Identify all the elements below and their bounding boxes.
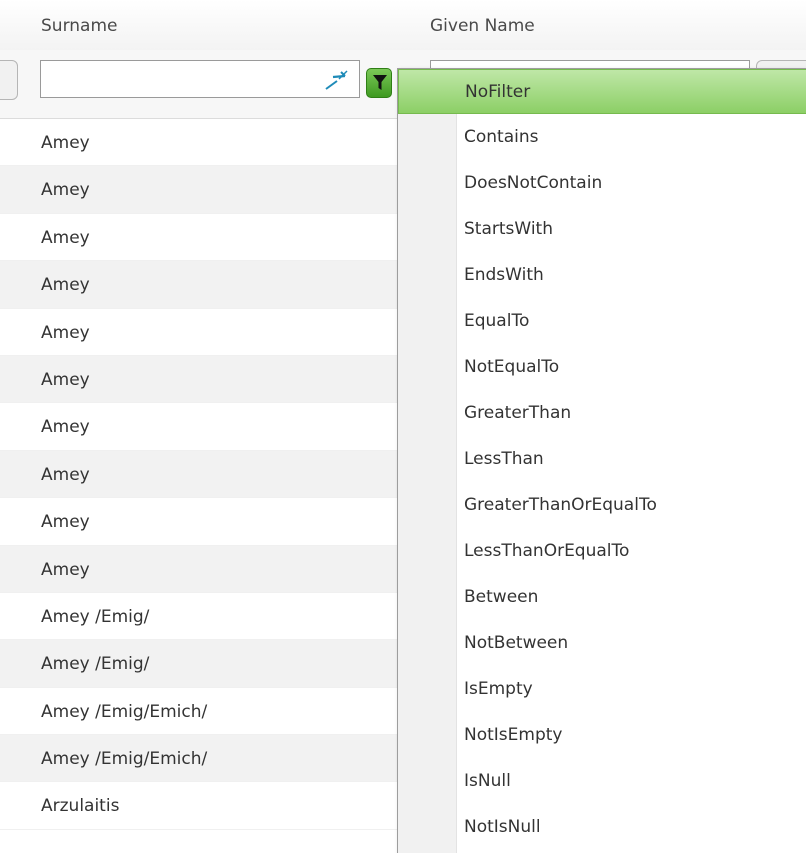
surname-cell: Amey [41,464,90,485]
previous-filter-cell [0,60,18,100]
menu-item-label: LessThanOrEqualTo [464,541,630,561]
menu-item-isnull[interactable]: IsNull [398,759,806,804]
surname-cell: Amey [41,512,90,533]
funnel-icon [373,75,387,90]
menu-item-greaterthanorequalto[interactable]: GreaterThanOrEqualTo [398,483,806,528]
menu-item-contains[interactable]: Contains [398,115,806,160]
surname-cell: Amey [41,369,90,390]
menu-item-label: StartsWith [464,219,553,239]
menu-item-label: EndsWith [464,265,544,285]
menu-item-notbetween[interactable]: NotBetween [398,621,806,666]
menu-item-notisnull[interactable]: NotIsNull [398,805,806,850]
menu-item-label: GreaterThan [464,403,572,423]
menu-item-notequalto[interactable]: NotEqualTo [398,345,806,390]
grid-view: Surname Given Name Amey Amey Amey Amey A… [0,0,806,853]
menu-item-between[interactable]: Between [398,575,806,620]
menu-item-doesnotcontain[interactable]: DoesNotContain [398,161,806,206]
menu-item-label: NotEqualTo [464,357,560,377]
menu-item-label: GreaterThanOrEqualTo [464,495,657,515]
menu-item-equalto[interactable]: EqualTo [398,299,806,344]
menu-item-label: NotIsNull [464,817,541,837]
menu-item-label: LessThan [464,449,544,469]
menu-item-label: IsEmpty [464,679,533,699]
surname-cell: Amey [41,227,90,248]
menu-item-nofilter[interactable]: NoFilter [398,69,806,114]
surname-cell: Amey [41,559,90,580]
surname-cell: Amey /Emig/Emich/ [41,749,208,770]
menu-item-greaterthan[interactable]: GreaterThan [398,391,806,436]
filter-operator-menu: NoFilter Contains DoesNotContain StartsW… [397,68,806,853]
clear-filter-icon[interactable] [323,67,351,93]
menu-item-label: DoesNotContain [464,173,603,193]
surname-cell: Arzulaitis [41,796,120,817]
menu-item-label: NoFilter [465,82,531,102]
menu-item-notisempty[interactable]: NotIsEmpty [398,713,806,758]
given-name-column-header[interactable]: Given Name [430,16,535,36]
surname-filter-input[interactable] [40,60,360,98]
surname-cell: Amey [41,322,90,343]
menu-item-label: IsNull [464,771,511,791]
surname-cell: Amey [41,133,90,153]
menu-item-startswith[interactable]: StartsWith [398,207,806,252]
surname-cell: Amey /Emig/Emich/ [41,701,208,722]
surname-cell: Amey [41,180,90,201]
surname-cell: Amey [41,417,90,438]
menu-item-label: NotIsEmpty [464,725,563,745]
surname-cell: Amey /Emig/ [41,606,150,627]
menu-item-endswith[interactable]: EndsWith [398,253,806,298]
menu-item-label: Between [464,587,539,607]
filter-menu-button[interactable] [366,68,392,98]
menu-item-label: EqualTo [464,311,530,331]
menu-item-lessthan[interactable]: LessThan [398,437,806,482]
menu-item-label: NotBetween [464,633,569,653]
column-header-row: Surname Given Name [0,0,806,51]
menu-item-isempty[interactable]: IsEmpty [398,667,806,712]
menu-item-label: Contains [464,127,539,147]
surname-column-header[interactable]: Surname [41,16,117,36]
menu-item-lessthanorequalto[interactable]: LessThanOrEqualTo [398,529,806,574]
surname-cell: Amey /Emig/ [41,654,150,675]
surname-cell: Amey [41,275,90,296]
